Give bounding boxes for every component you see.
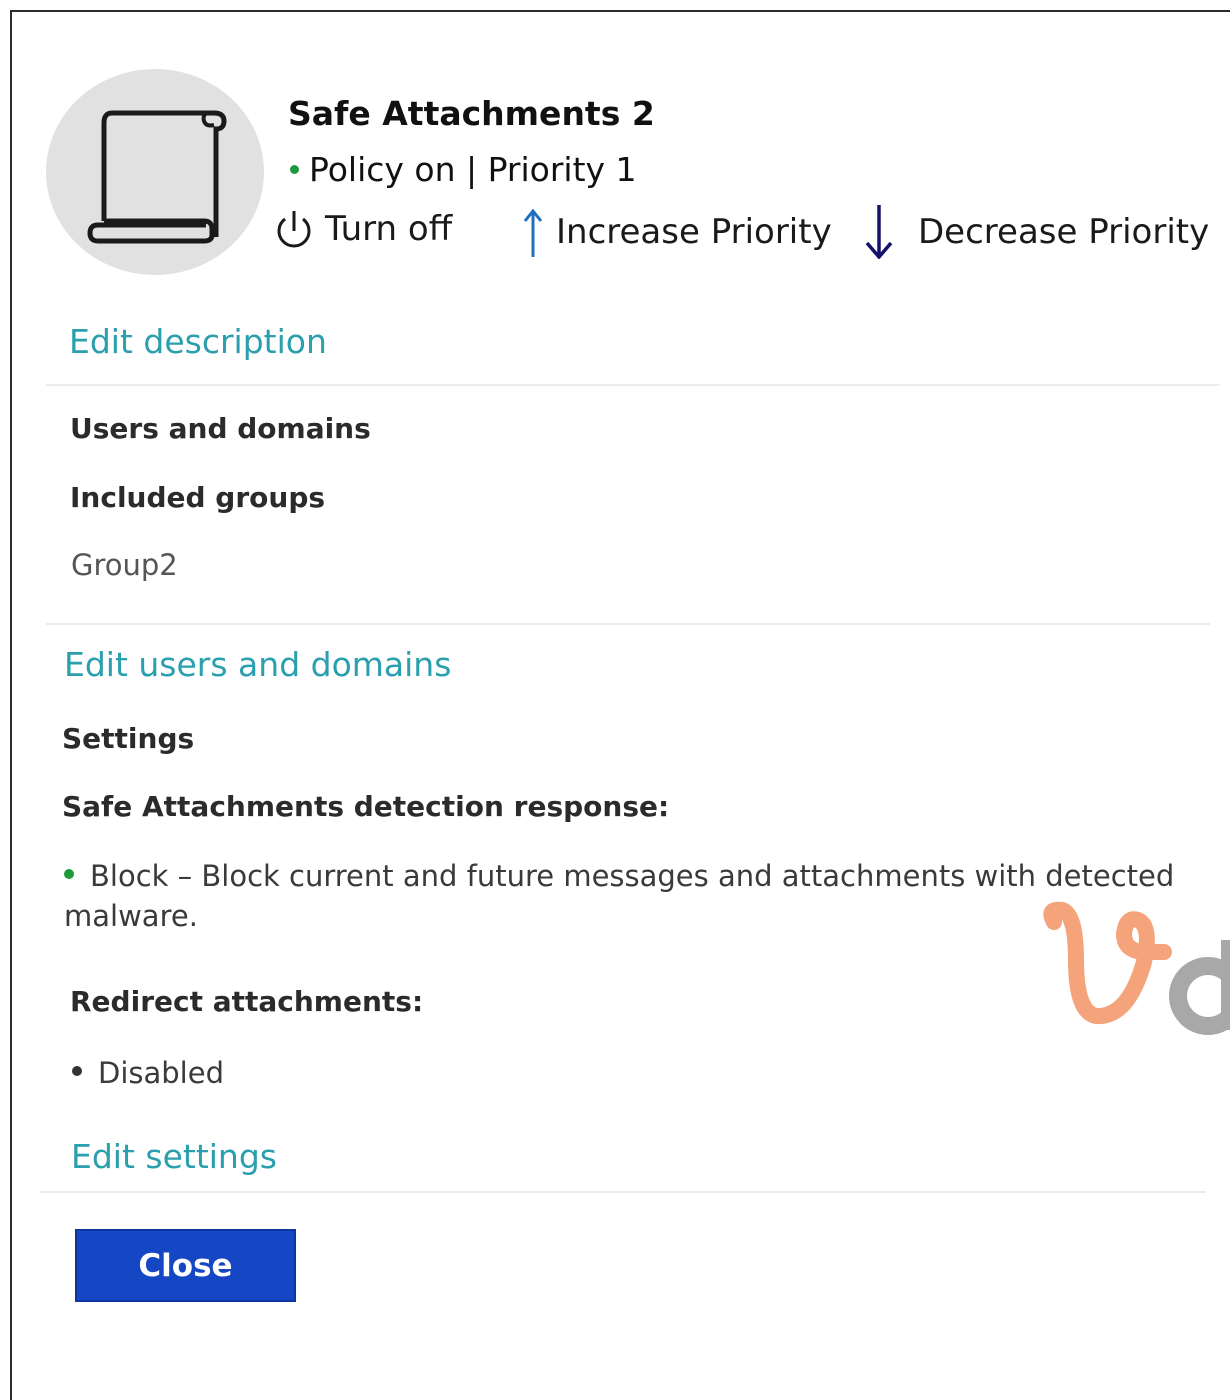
policy-actions-bar: Turn off Increase Priority Decrease Prio… xyxy=(0,205,1230,267)
turn-off-label: Turn off xyxy=(325,209,453,249)
arrow-down-icon xyxy=(865,205,893,259)
edit-settings-link[interactable]: Edit settings xyxy=(71,1137,277,1176)
divider xyxy=(40,1191,1206,1193)
increase-priority-label: Increase Priority xyxy=(556,212,832,252)
power-icon xyxy=(277,211,311,248)
close-button[interactable]: Close xyxy=(75,1229,296,1302)
included-groups-label: Included groups xyxy=(70,481,326,514)
edit-description-link[interactable]: Edit description xyxy=(69,322,327,361)
detection-response-value: Block – Block current and future message… xyxy=(64,856,1204,936)
policy-status: Policy on | Priority 1 xyxy=(290,150,637,189)
arrow-up-icon xyxy=(523,208,543,257)
watermark-logo xyxy=(1043,901,1230,1035)
bullet-icon xyxy=(64,869,74,879)
settings-heading: Settings xyxy=(62,722,195,755)
redirect-attachments-value: Disabled xyxy=(72,1053,224,1093)
redirect-attachments-text: Disabled xyxy=(98,1056,224,1090)
divider xyxy=(46,623,1210,625)
users-domains-heading: Users and domains xyxy=(70,412,371,445)
decrease-priority-label: Decrease Priority xyxy=(918,212,1210,252)
bullet-icon xyxy=(72,1066,82,1076)
edit-users-domains-link[interactable]: Edit users and domains xyxy=(64,645,451,684)
increase-priority-button[interactable]: Increase Priority xyxy=(520,205,832,259)
status-on-icon xyxy=(290,165,299,174)
detection-response-text: Block – Block current and future message… xyxy=(64,859,1175,933)
redirect-attachments-label: Redirect attachments: xyxy=(70,985,424,1018)
divider xyxy=(46,384,1220,386)
turn-off-button[interactable]: Turn off xyxy=(273,205,452,253)
policy-status-text: Policy on | Priority 1 xyxy=(309,150,637,189)
detection-response-label: Safe Attachments detection response: xyxy=(62,790,670,823)
decrease-priority-button[interactable]: Decrease Priority xyxy=(862,205,1209,259)
included-groups-value: Group2 xyxy=(71,548,178,582)
policy-title: Safe Attachments 2 xyxy=(288,94,655,133)
